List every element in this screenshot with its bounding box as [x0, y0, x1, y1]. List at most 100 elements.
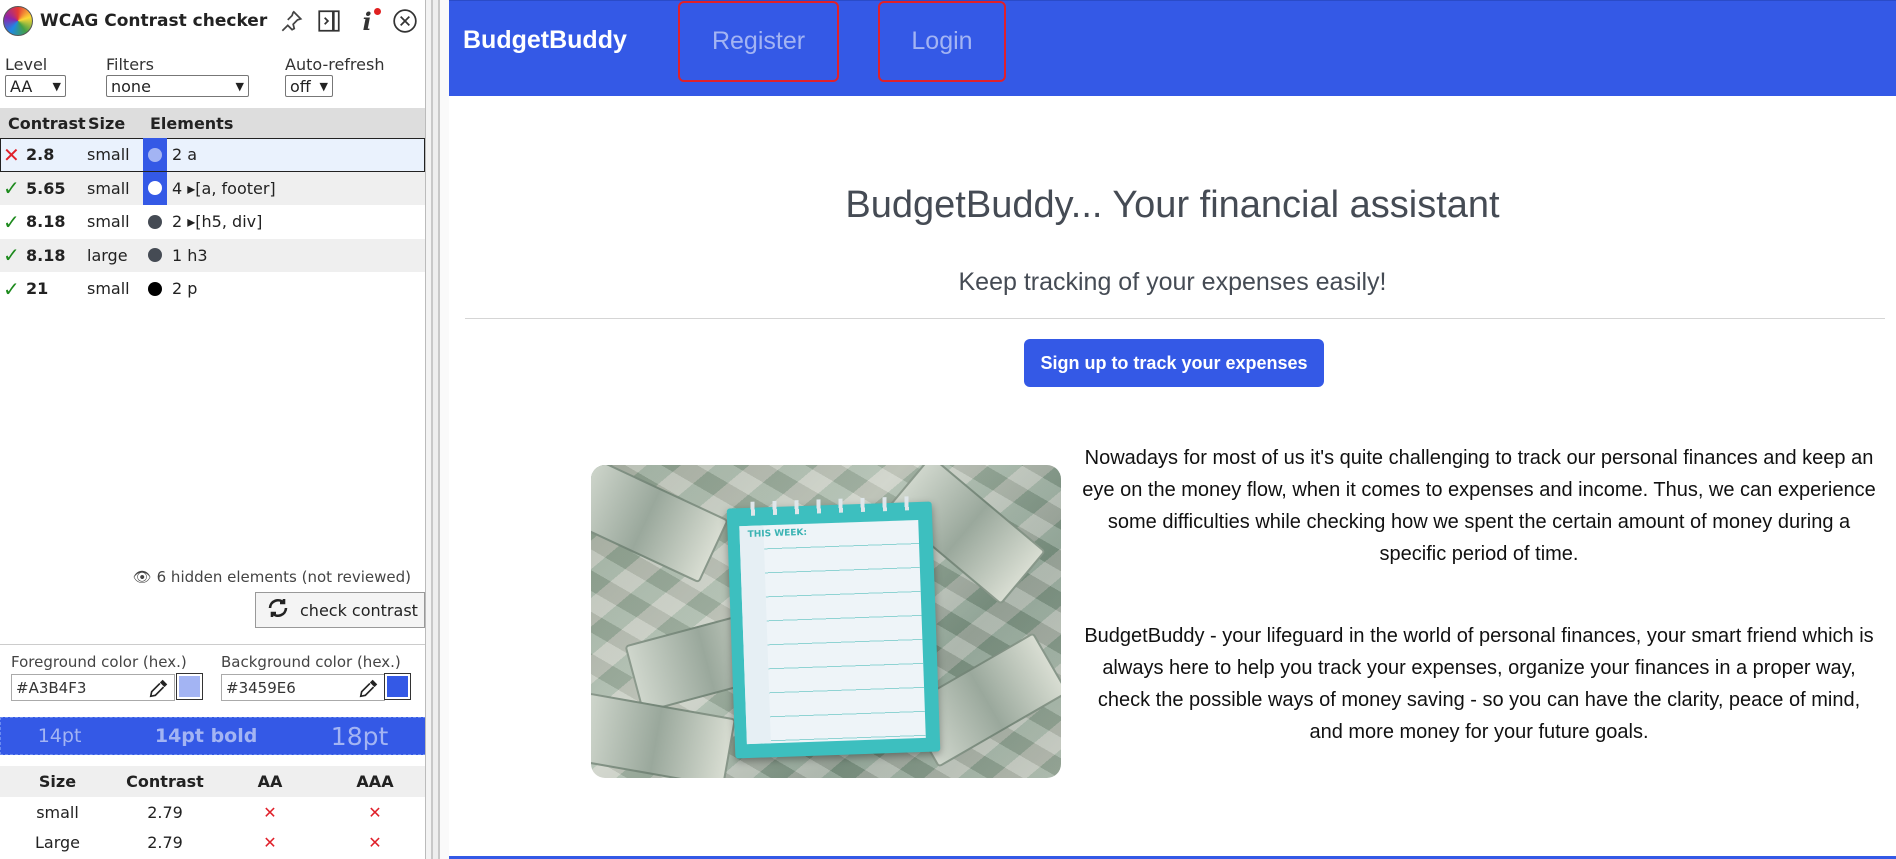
website-viewport: BudgetBuddy Register Login BudgetBuddy..…: [449, 0, 1896, 859]
compliance-row: small 2.79 ✕ ✕: [0, 797, 425, 827]
background-swatch[interactable]: [384, 673, 411, 700]
autorefresh-filter: Auto-refresh off ▼: [285, 55, 384, 97]
brand-link[interactable]: BudgetBuddy: [463, 26, 627, 55]
login-link[interactable]: Login: [878, 1, 1006, 82]
foreground-value: #A3B4F3: [16, 678, 87, 697]
fail-icon: ✕: [263, 832, 277, 852]
check-contrast-button[interactable]: check contrast: [255, 592, 425, 628]
panel-toolbar: i: [277, 7, 419, 36]
check-contrast-label: check contrast: [300, 600, 418, 620]
dock-icon[interactable]: [315, 7, 343, 35]
element-list[interactable]: 2 ▸[h5, div]: [172, 212, 262, 231]
foreground-label: Foreground color (hex.): [11, 653, 187, 671]
result-row[interactable]: ✓ 21 small 2 p: [0, 272, 425, 306]
filters-label: Filters: [106, 55, 154, 74]
header-contrast: Contrast: [126, 772, 204, 791]
text-size: small: [87, 145, 130, 165]
hidden-note-text: 6 hidden elements (not reviewed): [156, 568, 411, 586]
color-swatch: [143, 205, 167, 238]
text-size: large: [87, 245, 128, 265]
notebook-heading: THIS WEEK:: [747, 527, 808, 540]
foreground-color-group: Foreground color (hex.) #A3B4F3: [11, 653, 187, 701]
close-icon[interactable]: [391, 7, 419, 35]
eyedropper-icon[interactable]: [358, 677, 380, 699]
pass-icon: ✓: [3, 243, 20, 268]
pin-icon[interactable]: [277, 7, 305, 35]
foreground-dot: [148, 281, 162, 296]
background-input[interactable]: #3459E6: [221, 674, 385, 701]
signup-button[interactable]: Sign up to track your expenses: [1024, 339, 1324, 387]
fail-icon: ✕: [368, 832, 382, 852]
contrast-ratio: 5.65: [26, 178, 66, 198]
background-value: #3459E6: [226, 678, 296, 697]
text-size: small: [87, 178, 130, 198]
result-row[interactable]: ✓ 8.18 small 2 ▸[h5, div]: [0, 205, 425, 239]
result-row[interactable]: ✓ 5.65 small 4 ▸[a, footer]: [0, 171, 425, 205]
result-row[interactable]: ✕ 2.8 small 2 a: [0, 138, 425, 172]
background-color-group: Background color (hex.) #3459E6: [221, 653, 401, 701]
pass-icon: ✓: [3, 176, 20, 201]
panel-splitter[interactable]: [426, 0, 449, 859]
compliance-header: Size Contrast AA AAA: [0, 766, 425, 797]
divider: [465, 318, 1885, 319]
results-list: ✕ 2.8 small 2 a ✓ 5.65 small 4 ▸[a, footer] ✓ 8.1…: [0, 138, 425, 306]
color-inputs: Foreground color (hex.) #A3B4F3 Backgrou…: [0, 644, 425, 716]
level-select[interactable]: AA ▼: [5, 75, 66, 97]
notebook-sheet: [739, 519, 926, 745]
background-label: Background color (hex.): [221, 653, 401, 671]
element-list[interactable]: 2 p: [172, 279, 197, 298]
filters-filter: Filters none ▼: [106, 55, 249, 97]
fail-icon: ✕: [3, 142, 20, 167]
chevron-down-icon: ▼: [52, 79, 61, 93]
fail-icon: ✕: [368, 802, 382, 822]
foreground-input[interactable]: #A3B4F3: [11, 674, 175, 701]
compliance-row: Large 2.79 ✕ ✕: [0, 827, 425, 857]
result-contrast: 2.79: [147, 832, 183, 852]
level-filter: Level AA ▼: [5, 55, 66, 97]
header-aaa: AAA: [356, 772, 394, 791]
autorefresh-select[interactable]: off ▼: [285, 75, 333, 97]
element-list[interactable]: 4 ▸[a, footer]: [172, 179, 276, 198]
chevron-down-icon: ▼: [319, 79, 328, 93]
color-swatch: [143, 171, 167, 205]
money-notebook-image: THIS WEEK:: [591, 465, 1061, 778]
info-icon[interactable]: i: [353, 7, 381, 36]
panel-title: WCAG Contrast checker: [40, 11, 268, 31]
element-list[interactable]: 1 h3: [172, 246, 208, 265]
navbar: BudgetBuddy Register Login: [449, 0, 1896, 96]
refresh-icon: [266, 596, 290, 624]
banknote: [591, 692, 736, 778]
header-aa: AA: [257, 772, 283, 791]
contrast-ratio: 8.18: [26, 212, 66, 232]
foreground-dot: [148, 147, 162, 162]
filters-select[interactable]: none ▼: [106, 75, 249, 97]
intro-paragraph: Nowadays for most of us it's quite chall…: [1082, 447, 1876, 565]
contrast-ratio: 21: [26, 279, 49, 299]
text-size: small: [87, 279, 130, 299]
level-value: AA: [10, 76, 33, 96]
results-table-header: Contrast Size Elements: [0, 108, 425, 138]
contrast-header: Contrast: [8, 113, 86, 133]
contrast-preview: 14pt 14pt bold 18pt: [0, 717, 425, 755]
size-header: Size: [88, 113, 126, 133]
filters-bar: Level AA ▼ Filters none ▼ Auto-refresh off…: [0, 42, 425, 108]
color-wheel-logo-icon: [3, 6, 33, 36]
result-row[interactable]: ✓ 8.18 large 1 h3: [0, 238, 425, 272]
result-contrast: 2.79: [147, 802, 183, 822]
foreground-swatch[interactable]: [176, 673, 203, 700]
eyedropper-icon[interactable]: [148, 677, 170, 699]
contrast-ratio: 2.8: [26, 145, 55, 165]
autorefresh-label: Auto-refresh: [285, 55, 385, 74]
pass-icon: ✓: [3, 209, 20, 234]
result-size: Large: [34, 832, 80, 852]
element-list[interactable]: 2 a: [172, 145, 197, 164]
notification-dot: [374, 8, 381, 15]
hero-title: BudgetBuddy... Your financial assistant: [845, 184, 1500, 226]
foreground-dot: [148, 248, 162, 263]
panel-header: WCAG Contrast checker i: [0, 0, 425, 42]
description-paragraph: BudgetBuddy - your lifeguard in the worl…: [1084, 625, 1874, 743]
filters-value: none: [111, 76, 151, 96]
banknote: [591, 465, 729, 584]
register-link[interactable]: Register: [678, 1, 839, 82]
color-swatch: [143, 239, 167, 272]
